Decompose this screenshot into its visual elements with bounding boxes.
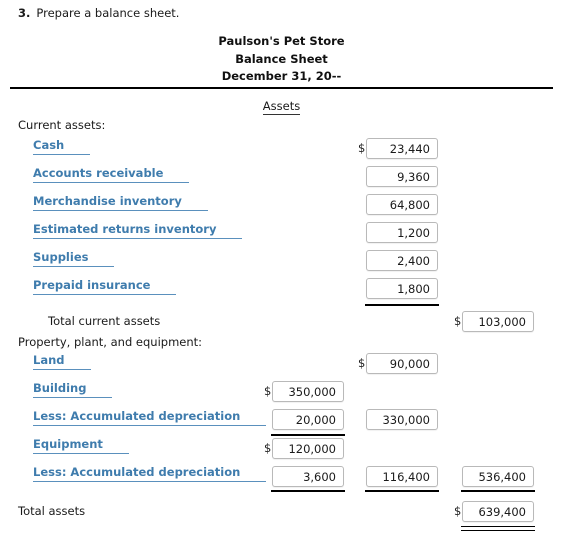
- land-label[interactable]: Land: [33, 353, 91, 370]
- equipment-column-rule: [271, 490, 345, 492]
- row-total-current-assets: Total current assets $ 103,000: [0, 310, 563, 338]
- estimated-returns-inventory-amount-input[interactable]: 1,200: [366, 222, 438, 243]
- row-equipment: Equipment $ 120,000: [0, 437, 563, 465]
- company-name: Paulson's Pet Store: [218, 34, 345, 48]
- statement-date: December 31, 20--: [221, 69, 342, 83]
- row-accounts-receivable: Accounts receivable 9,360: [0, 166, 563, 194]
- row-prepaid-insurance: Prepaid insurance 1,800: [0, 278, 563, 306]
- total-assets-label: Total assets: [18, 504, 86, 518]
- estimated-returns-inventory-label[interactable]: Estimated returns inventory: [33, 222, 243, 239]
- prepaid-insurance-label[interactable]: Prepaid insurance: [33, 278, 177, 295]
- supplies-label[interactable]: Supplies: [33, 250, 115, 267]
- total-assets-dollar-sign: $: [454, 504, 462, 518]
- total-current-assets-dollar-sign: $: [454, 314, 462, 328]
- row-cash: Cash $ 23,440: [0, 138, 563, 166]
- header-divider: [10, 87, 553, 89]
- building-net-amount-input[interactable]: 330,000: [366, 409, 438, 430]
- merchandise-inventory-amount-input[interactable]: 64,800: [366, 194, 438, 215]
- balance-sheet-worksheet: 3. Prepare a balance sheet. Paulson's Pet…: [0, 0, 563, 539]
- total-assets-double-rule: [461, 526, 535, 531]
- row-merchandise-inventory: Merchandise inventory 64,800: [0, 194, 563, 222]
- equipment-net-amount-input[interactable]: 116,400: [366, 466, 438, 487]
- prepaid-insurance-amount-input[interactable]: 1,800: [366, 278, 438, 299]
- cash-label[interactable]: Cash: [33, 138, 91, 155]
- equipment-label[interactable]: Equipment: [33, 437, 129, 454]
- statement-title: Balance Sheet: [235, 51, 328, 66]
- accounts-receivable-amount-input[interactable]: 9,360: [366, 166, 438, 187]
- current-assets-subtotal-rule: [365, 304, 439, 306]
- row-supplies: Supplies 2,400: [0, 250, 563, 278]
- building-accumulated-depreciation-label[interactable]: Less: Accumulated depreciation: [33, 409, 267, 426]
- equipment-accumulated-depreciation-label[interactable]: Less: Accumulated depreciation: [33, 465, 267, 482]
- statement-heading: Paulson's Pet Store Balance Sheet Decemb…: [0, 33, 563, 86]
- building-column-rule: [271, 434, 345, 436]
- ppe-net-column-rule: [365, 490, 439, 492]
- equipment-accumulated-depreciation-amount-input[interactable]: 3,600: [272, 466, 344, 487]
- question-number: 3.: [18, 6, 31, 20]
- building-label[interactable]: Building: [33, 381, 113, 398]
- ppe-header-label: Property, plant, and equipment:: [18, 335, 203, 349]
- question-prompt: 3. Prepare a balance sheet.: [18, 6, 179, 20]
- question-text: Prepare a balance sheet.: [36, 6, 180, 20]
- building-dollar-sign: $: [264, 384, 272, 398]
- total-assets-amount-input[interactable]: 639,400: [462, 501, 534, 522]
- total-ppe-column-rule: [461, 490, 535, 492]
- total-current-assets-label: Total current assets: [48, 314, 161, 328]
- equipment-dollar-sign: $: [264, 441, 272, 455]
- current-assets-header-label: Current assets:: [18, 118, 106, 132]
- row-building: Building $ 350,000: [0, 381, 563, 409]
- building-accumulated-depreciation-amount-input[interactable]: 20,000: [272, 409, 344, 430]
- total-current-assets-amount-input[interactable]: 103,000: [462, 311, 534, 332]
- equipment-amount-input[interactable]: 120,000: [272, 438, 344, 459]
- cash-amount-input[interactable]: 23,440: [366, 138, 438, 159]
- cash-dollar-sign: $: [358, 141, 366, 155]
- supplies-amount-input[interactable]: 2,400: [366, 250, 438, 271]
- accounts-receivable-label[interactable]: Accounts receivable: [33, 166, 190, 183]
- assets-section-heading: Assets: [262, 99, 301, 115]
- merchandise-inventory-label[interactable]: Merchandise inventory: [33, 194, 208, 211]
- land-dollar-sign: $: [358, 356, 366, 370]
- row-total-assets: Total assets $ 639,400: [0, 500, 563, 528]
- row-land: Land $ 90,000: [0, 353, 563, 381]
- row-equipment-accumulated-depreciation: Less: Accumulated depreciation 3,600 116…: [0, 465, 563, 493]
- row-building-accumulated-depreciation: Less: Accumulated depreciation 20,000 33…: [0, 409, 563, 437]
- land-amount-input[interactable]: 90,000: [366, 353, 438, 374]
- row-estimated-returns-inventory: Estimated returns inventory 1,200: [0, 222, 563, 250]
- total-ppe-amount-input[interactable]: 536,400: [462, 466, 534, 487]
- building-amount-input[interactable]: 350,000: [272, 381, 344, 402]
